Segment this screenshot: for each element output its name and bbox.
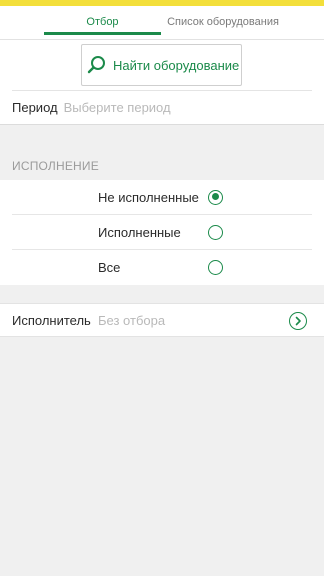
- tab-active-indicator: [44, 32, 161, 35]
- option-not-executed[interactable]: Не исполненные: [0, 180, 312, 214]
- chevron-glyph: [295, 316, 301, 326]
- option-label: Не исполненные: [98, 189, 199, 205]
- option-all[interactable]: Все: [0, 250, 312, 284]
- executor-value: Без отбора: [98, 313, 166, 328]
- radio-unselected-icon[interactable]: [208, 224, 223, 240]
- option-label: Все: [98, 259, 121, 275]
- tab-filter[interactable]: Отбор: [44, 6, 161, 40]
- option-label: Исполненные: [98, 224, 181, 240]
- period-label: Период: [12, 100, 58, 115]
- execution-section-header: ИСПОЛНЕНИЕ: [12, 159, 99, 173]
- option-executed[interactable]: Исполненные: [0, 215, 312, 249]
- executor-row[interactable]: Исполнитель Без отбора: [0, 303, 324, 337]
- search-icon: [87, 56, 105, 74]
- find-equipment-label: Найти оборудование: [113, 57, 240, 73]
- chevron-right-icon[interactable]: [289, 312, 307, 330]
- filter-top-section: Найти оборудование Период Выберите перио…: [0, 40, 324, 125]
- execution-options: Не исполненные Исполненные Все: [0, 180, 324, 285]
- radio-unselected-icon[interactable]: [208, 259, 223, 275]
- period-row[interactable]: Период Выберите период: [12, 90, 312, 124]
- tab-bar: Отбор Список оборудования: [0, 6, 324, 40]
- period-placeholder: Выберите период: [63, 100, 171, 115]
- tab-filter-label: Отбор: [86, 16, 119, 28]
- executor-label: Исполнитель: [12, 313, 91, 328]
- tab-equipment-list-label: Список оборудования: [167, 16, 279, 28]
- radio-selected-icon[interactable]: [208, 189, 223, 205]
- tab-equipment-list[interactable]: Список оборудования: [162, 6, 284, 40]
- find-equipment-button[interactable]: Найти оборудование: [81, 44, 242, 86]
